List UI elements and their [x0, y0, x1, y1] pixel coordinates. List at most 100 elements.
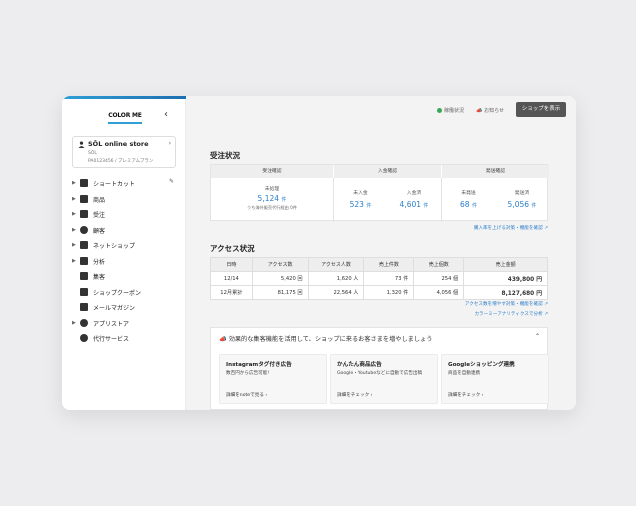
orders-unpaid[interactable]: 未入金 523 件	[334, 189, 387, 209]
chevron-right-icon: ▶	[72, 195, 76, 202]
sidebar: COLOR ME ‹ SŌL online store › SŌL PA0123…	[62, 96, 186, 410]
chevron-right-icon: ›	[265, 393, 268, 398]
access-cell: 254 個	[413, 271, 465, 286]
promo-card-title: Googleショッピング連携	[448, 362, 515, 368]
megaphone-icon: 📣	[219, 336, 227, 343]
top-bar: 稼働状況 📣 お知らせ ショップを表示	[406, 102, 566, 118]
mail-icon	[80, 303, 88, 311]
promo-card-desc: 商品を自動連携	[448, 371, 481, 376]
orders-cell-value[interactable]: 4,601 件	[387, 200, 441, 209]
sidebar-item[interactable]: ▶ ネットショップ	[62, 238, 186, 254]
colorme-logo[interactable]: COLOR ME	[108, 112, 142, 124]
sidebar-item[interactable]: 代行サービス	[62, 331, 186, 347]
access-cell: 22,564 人	[307, 285, 365, 300]
sidebar-item[interactable]: ▶ 商品	[62, 192, 186, 208]
access-column-header: アクセス人数	[307, 257, 365, 272]
sidebar-item[interactable]: メールマガジン	[62, 300, 186, 316]
table-row: 12/14 5,420 回 1,620 人 73 件 254 個 439,800 円	[210, 271, 548, 286]
access-title: アクセス状況	[210, 244, 255, 253]
sidebar-nav: ▶ ショートカット ✎ ▶ 商品 ▶ 受注 ▶ 顧客 ▶ ネットショップ ▶ 分析 集客 ショップクーポンメ…	[62, 176, 186, 347]
status-ok-icon	[436, 108, 442, 113]
refresh-circle-icon	[80, 334, 88, 342]
access-cell: 12/14	[210, 271, 253, 286]
access-column-header: アクセス数	[251, 257, 309, 272]
chevron-right-icon: ▶	[72, 226, 76, 233]
sidebar-item-label: ネットショップ	[93, 243, 136, 250]
bell-icon: 📣	[476, 108, 483, 114]
store-code: SŌL	[88, 151, 97, 156]
orders-cell-label: 未入金	[353, 191, 368, 196]
store-name: SŌL online store	[88, 140, 149, 148]
sidebar-item[interactable]: ▶ ショートカット ✎	[62, 176, 186, 192]
product-box-icon	[80, 194, 88, 203]
sidebar-item-label: ショートカット	[93, 181, 136, 188]
order-icon	[80, 210, 88, 218]
promo-card-title: Instagramタグ付き広告	[226, 362, 292, 368]
orders-cell-value[interactable]: 523 件	[334, 200, 387, 209]
customers-icon	[80, 225, 88, 234]
access-tips-link[interactable]: アクセス数を増やす対策・機能を確認 ↗	[465, 301, 548, 307]
orders-title: 受注状況	[210, 151, 240, 160]
orders-paid[interactable]: 入金済 4,601 件	[387, 189, 441, 209]
promo-card-link[interactable]: 詳細をチェック ›	[337, 392, 372, 398]
bar-chart-icon	[80, 256, 88, 265]
promo-card[interactable]: かんたん商品広告 Google・Youtubeなどに自動で広告出稿 詳細をチェッ…	[330, 354, 438, 404]
sidebar-item-label: アプリストア	[93, 320, 130, 328]
store-selector[interactable]: SŌL online store › SŌL PA0123456 / プレミアム…	[72, 136, 176, 168]
sidebar-item-label: メールマガジン	[93, 305, 136, 312]
main-content: 稼働状況 📣 お知らせ ショップを表示 受注状況 受注確認 入金確認 発送確認 …	[186, 96, 576, 410]
access-cell: 8,127,680 円	[463, 285, 548, 300]
chevron-right-icon: ▶	[72, 180, 76, 186]
access-cell: 1,620 人	[307, 271, 365, 286]
promo-card-link[interactable]: 詳細をnoteで見る ›	[226, 392, 267, 398]
orders-cell-value[interactable]: 68 件	[442, 200, 495, 209]
sidebar-item[interactable]: ショップクーポン	[62, 285, 186, 301]
access-table: 日時 アクセス数 アクセス人数 売上件数 売上個数 売上金額 12/14 5,420 回 1,…	[210, 257, 548, 300]
sidebar-item[interactable]: ▶ 顧客	[62, 223, 186, 239]
orders-tips-link[interactable]: 購入率を上げる対策・機能を確認 ↗	[474, 225, 548, 231]
notice-label: お知らせ	[484, 108, 504, 114]
access-column-header: 売上件数	[363, 257, 415, 272]
pencil-icon[interactable]: ✎	[169, 178, 174, 185]
orders-shipped[interactable]: 発送済 5,056 件	[495, 189, 549, 209]
promo-heading: 📣 効果的な集客機能を活用して、ショップに来るお客さまを増やしましょう	[219, 336, 433, 343]
orders-unshipped[interactable]: 未発送 68 件	[442, 189, 495, 209]
sidebar-item-label: 集客	[93, 274, 106, 281]
access-column-header: 売上金額	[463, 257, 548, 272]
chevron-up-icon[interactable]: ⌃	[535, 333, 540, 340]
view-shop-button[interactable]: ショップを表示	[516, 102, 566, 117]
sidebar-collapse-icon[interactable]: ‹	[164, 109, 168, 120]
sidebar-item[interactable]: ▶ 受注	[62, 207, 186, 223]
promo-card-desc: 数百円から広告可能!	[226, 371, 270, 376]
analytics-link[interactable]: カラーミーアナリティクスで分析 ↗	[474, 311, 548, 317]
orders-cell-value[interactable]: 5,124 件	[211, 194, 333, 203]
chevron-right-icon: ▶	[72, 319, 76, 326]
sidebar-item[interactable]: ▶ アプリストア	[62, 316, 186, 332]
sidebar-item[interactable]: 集客	[62, 269, 186, 285]
store-plan: PA0123456 / プレミアムプラン	[88, 159, 154, 164]
external-link-icon: ↗	[544, 226, 548, 231]
promo-card[interactable]: Googleショッピング連携 商品を自動連携 詳細をチェック ›	[441, 354, 549, 404]
bookmark-icon	[80, 179, 88, 187]
sidebar-item[interactable]: ▶ 分析	[62, 254, 186, 270]
coupon-icon	[80, 287, 88, 296]
access-cell: 12月累計	[210, 285, 253, 300]
orders-card: 受注確認 入金確認 発送確認 未処理 5,124 件 うち海外販売代行経由 0件…	[210, 164, 549, 222]
access-cell: 73 件	[363, 271, 415, 286]
megaphone-icon	[80, 272, 88, 280]
orders-cell-value[interactable]: 5,056 件	[495, 200, 549, 209]
chevron-right-icon: ›	[168, 140, 171, 147]
chevron-right-icon: ▶	[72, 211, 76, 217]
status-indicator[interactable]: 稼働状況	[436, 107, 464, 114]
access-cell: 81,175 回	[251, 285, 309, 300]
promo-card[interactable]: Instagramタグ付き広告 数百円から広告可能! 詳細をnoteで見る ›	[219, 354, 327, 404]
promo-card-link[interactable]: 詳細をチェック ›	[448, 392, 483, 398]
access-cell: 5,420 回	[251, 271, 309, 286]
orders-cell-label: 発送済	[514, 191, 530, 196]
table-row: 12月累計 81,175 回 22,564 人 1,320 件 4,056 個 8,127…	[210, 285, 548, 300]
access-cell: 439,800 円	[463, 271, 548, 286]
access-cell: 1,320 件	[363, 285, 415, 300]
sidebar-item-label: 顧客	[93, 227, 106, 235]
orders-unprocessed[interactable]: 未処理 5,124 件 うち海外販売代行経由 0件	[211, 185, 333, 211]
notice-link[interactable]: 📣 お知らせ	[476, 107, 504, 114]
